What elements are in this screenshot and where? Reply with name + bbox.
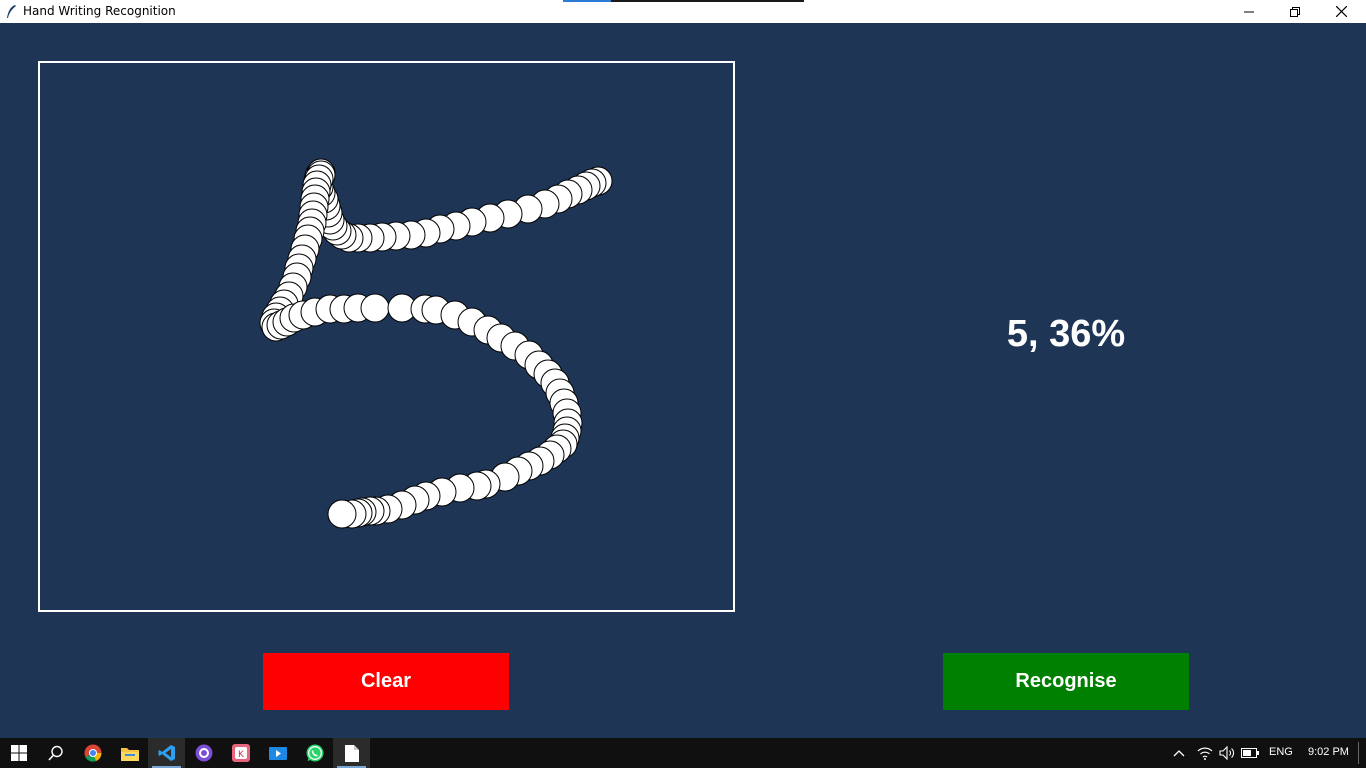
main-area: 5, 36% Clear Recognise <box>0 23 1366 738</box>
search-icon[interactable] <box>37 738 74 768</box>
minimize-button[interactable] <box>1226 0 1272 23</box>
chrome-icon[interactable] <box>74 738 111 768</box>
prediction-result: 5, 36% <box>1006 313 1126 355</box>
windows-start-icon[interactable] <box>0 738 37 768</box>
stroke-dot <box>327 499 357 529</box>
sketch-app-icon[interactable]: K <box>222 738 259 768</box>
close-icon <box>1335 6 1347 17</box>
close-button[interactable] <box>1318 0 1364 23</box>
media-player-icon[interactable] <box>259 738 296 768</box>
title-bar: Hand Writing Recognition <box>0 0 1366 23</box>
notepad-icon[interactable] <box>333 738 370 768</box>
restore-icon <box>1290 6 1300 17</box>
chevron-up-icon[interactable] <box>1165 738 1193 768</box>
file-explorer-icon[interactable] <box>111 738 148 768</box>
wifi-icon[interactable] <box>1193 738 1217 768</box>
language-indicator[interactable]: ENG <box>1269 746 1293 758</box>
feather-icon <box>7 5 16 18</box>
whatsapp-icon[interactable] <box>296 738 333 768</box>
clear-button[interactable]: Clear <box>263 653 509 710</box>
clock[interactable]: 9:02 PM <box>1308 746 1349 758</box>
title-accent <box>611 0 804 2</box>
window-title: Hand Writing Recognition <box>23 4 176 18</box>
drawing-canvas[interactable] <box>38 61 735 612</box>
restore-button[interactable] <box>1272 0 1318 23</box>
minimize-icon <box>1244 11 1254 12</box>
github-desktop-icon[interactable] <box>185 738 222 768</box>
title-accent <box>563 0 611 2</box>
recognise-button[interactable]: Recognise <box>943 653 1189 710</box>
volume-icon[interactable] <box>1216 738 1238 768</box>
taskbar: K ENG 9:02 PM <box>0 738 1366 768</box>
show-desktop-divider[interactable] <box>1358 742 1359 764</box>
vscode-icon[interactable] <box>148 738 185 768</box>
handwritten-digit-strokes <box>259 158 613 529</box>
battery-icon[interactable] <box>1238 738 1262 768</box>
stroke-dot <box>360 293 390 323</box>
